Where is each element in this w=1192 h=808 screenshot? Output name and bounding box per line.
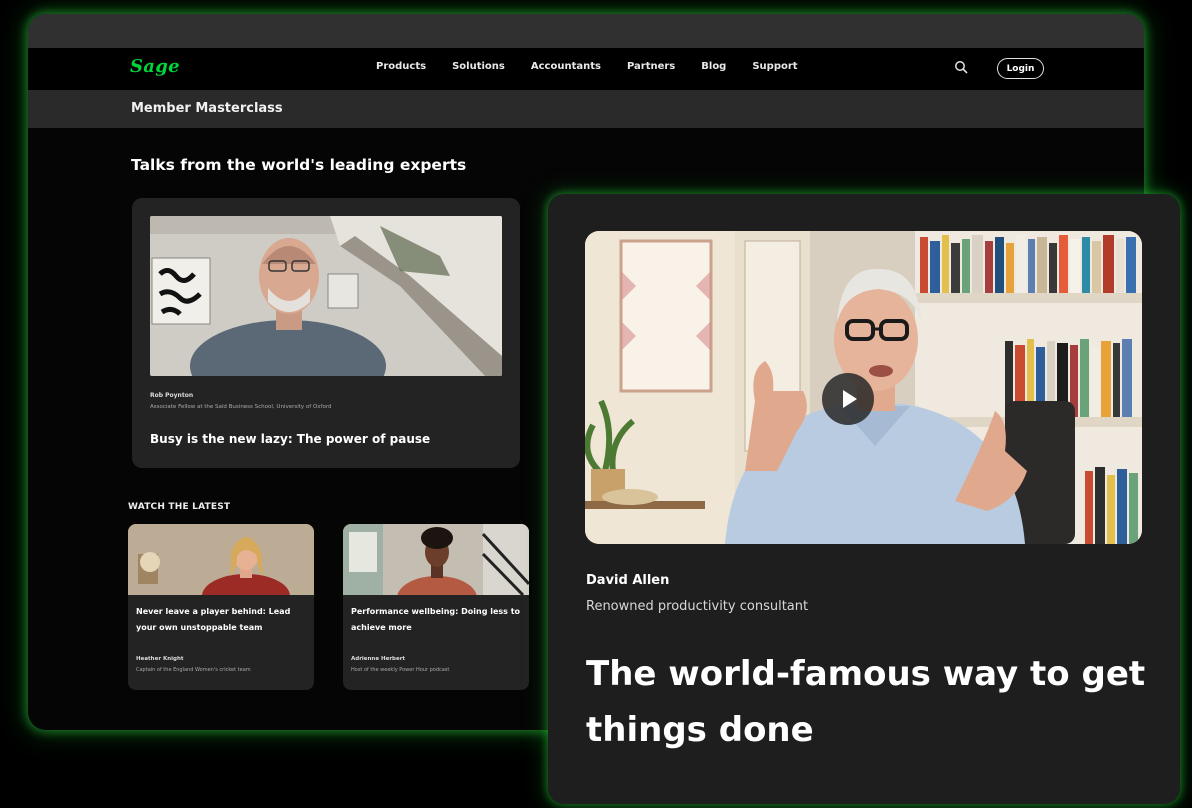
nav-link-products[interactable]: Products — [376, 61, 426, 72]
featured-talk-card[interactable]: Rob Poynton Associate Fellow at the Saïd… — [132, 198, 520, 468]
featured-video-card[interactable]: David Allen Renowned productivity consul… — [548, 194, 1180, 804]
latest-talk-thumbnail[interactable] — [128, 524, 314, 595]
play-button[interactable] — [822, 373, 874, 425]
featured-talk-title[interactable]: Busy is the new lazy: The power of pause — [150, 432, 430, 446]
featured-talk-speaker: Rob Poynton — [150, 392, 194, 399]
latest-talk-speaker: Heather Knight — [136, 656, 184, 662]
latest-talk-title[interactable]: Never leave a player behind: Lead your o… — [136, 604, 306, 636]
sage-logo[interactable]: Sage — [130, 56, 180, 77]
latest-talk-title[interactable]: Performance wellbeing: Doing less to ach… — [351, 604, 521, 636]
nav-link-support[interactable]: Support — [752, 61, 797, 72]
featured-talk-speaker-role: Associate Fellow at the Saïd Business Sc… — [150, 404, 332, 410]
featured-video-speaker-role: Renowned productivity consultant — [586, 599, 809, 614]
nav-link-accountants[interactable]: Accountants — [531, 61, 601, 72]
nav-link-partners[interactable]: Partners — [627, 61, 675, 72]
login-button[interactable]: Login — [997, 58, 1044, 79]
latest-talk-card[interactable]: Performance wellbeing: Doing less to ach… — [343, 524, 529, 690]
latest-talk-speaker-role: Captain of the England Women's cricket t… — [136, 667, 251, 673]
latest-talk-thumbnail[interactable] — [343, 524, 529, 595]
latest-talk-speaker: Adrienne Herbert — [351, 656, 406, 662]
sub-header-bar: Member Masterclass — [28, 90, 1144, 128]
featured-video-speaker: David Allen — [586, 573, 670, 588]
nav-link-blog[interactable]: Blog — [701, 61, 726, 72]
top-navigation: Sage Products Solutions Accountants Part… — [28, 48, 1144, 90]
nav-link-solutions[interactable]: Solutions — [452, 61, 505, 72]
latest-talk-card[interactable]: Never leave a player behind: Lead your o… — [128, 524, 314, 690]
section-heading: Talks from the world's leading experts — [131, 156, 467, 174]
featured-talk-thumbnail[interactable] — [150, 216, 502, 376]
sub-header-title: Member Masterclass — [131, 101, 283, 116]
latest-talk-speaker-role: Host of the weekly Power Hour podcast — [351, 667, 450, 673]
browser-chrome-bar — [28, 14, 1144, 48]
nav-links: Products Solutions Accountants Partners … — [376, 61, 824, 72]
watch-latest-heading: WATCH THE LATEST — [128, 502, 231, 512]
featured-video-player[interactable] — [585, 231, 1142, 544]
play-icon — [843, 390, 857, 408]
search-icon[interactable] — [954, 60, 968, 74]
featured-video-title[interactable]: The world-famous way to get things done — [586, 646, 1156, 758]
